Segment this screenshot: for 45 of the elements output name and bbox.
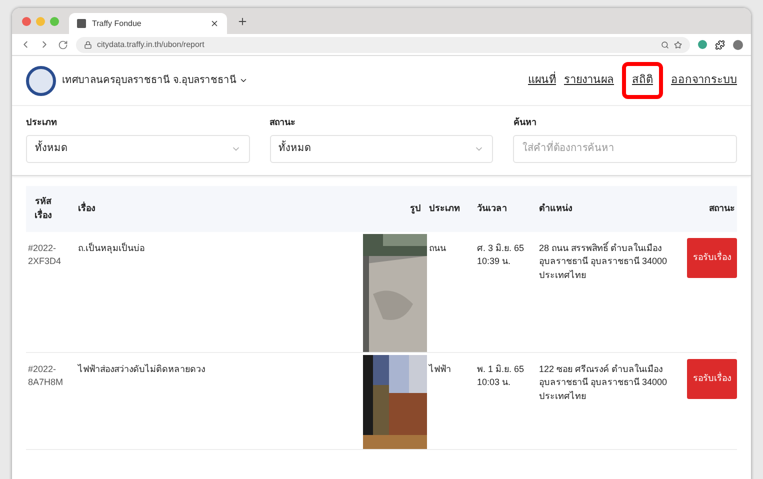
nav-link[interactable]: รายงานผล <box>564 72 614 89</box>
table-cell: ศ. 3 มิ.ย. 65 10:39 น. <box>477 242 524 266</box>
table-cell-text: #2022-8A7H8M <box>28 362 64 389</box>
browser-tab[interactable]: Traffy Fondue <box>69 13 227 34</box>
reload-icon[interactable] <box>58 40 68 50</box>
column-header: วันเวลา <box>477 202 507 215</box>
organization-dropdown[interactable]: เทศบาลนครอุบลราชธานี จ.อุบลราชธานี <box>62 73 248 88</box>
table-cell: 122 ซอย ศรีณรงค์ ตำบลในเมือง อุบลราชธานี อุบลราชธานี 34000 ประเทศไทย <box>539 364 668 400</box>
column-header: รูป <box>410 202 421 216</box>
status-badge: รอรับเรื่อง <box>687 358 737 398</box>
zoom-icon[interactable] <box>661 40 669 48</box>
table-cell: ไฟฟ้า <box>429 364 451 374</box>
caret-icon <box>238 76 248 85</box>
nav-link[interactable]: สถิติ <box>622 62 663 99</box>
table-cell: ถ.เป็นหลุมเป็นบ่อ <box>78 242 145 252</box>
new-tab-icon[interactable] <box>237 16 248 26</box>
nav-link[interactable]: แผนที่ <box>528 72 556 89</box>
filter-label: สถานะ <box>270 116 297 129</box>
nav-link[interactable]: ออกจากระบบ <box>671 72 737 89</box>
filter-label: ค้นหา <box>513 116 538 129</box>
municipality-logo-icon <box>26 66 56 96</box>
extension-icon[interactable] <box>698 40 707 49</box>
bookmark-star-icon[interactable] <box>674 40 682 48</box>
filter-label: ประเภท <box>26 116 58 129</box>
table-cell: 28 ถนน สรรพสิทธิ์ ตำบลในเมือง อุบลราชธานี อุบลราชธานี 34000 ประเทศไทย <box>539 242 668 280</box>
search-field[interactable]: ใส่คำที่ต้องการค้นหา <box>513 134 738 162</box>
table-cell: ไฟฟ้าส่องสว่างดับไม่ติดหลายดวง <box>78 364 205 374</box>
filter-dropdown[interactable]: ทั้งหมด <box>26 134 250 162</box>
status-badge: รอรับเรื่อง <box>687 238 737 278</box>
close-tab-icon[interactable] <box>210 19 219 28</box>
filter-dropdown[interactable]: ทั้งหมด <box>270 134 494 162</box>
column-header: สถานะ <box>709 202 735 215</box>
site-favicon-icon <box>77 19 86 28</box>
puzzle-icon[interactable] <box>715 40 725 50</box>
column-header: ตำแหน่ง <box>539 202 572 215</box>
lock-icon <box>84 40 92 48</box>
column-header: ประเภท <box>429 202 460 215</box>
profile-avatar-icon[interactable] <box>733 40 743 50</box>
table-cell: ถนน <box>429 242 446 252</box>
table-cell: พ. 1 มิ.ย. 65 10:03 น. <box>477 364 524 387</box>
column-header: เรื่อง <box>78 202 95 215</box>
column-header: รหัสเรื่อง <box>34 195 52 222</box>
table-cell-text: #2022-2XF3D4 <box>28 242 62 268</box>
address-bar[interactable]: citydata.traffy.in.th/ubon/report <box>76 36 690 52</box>
close-window-icon[interactable] <box>22 16 31 26</box>
